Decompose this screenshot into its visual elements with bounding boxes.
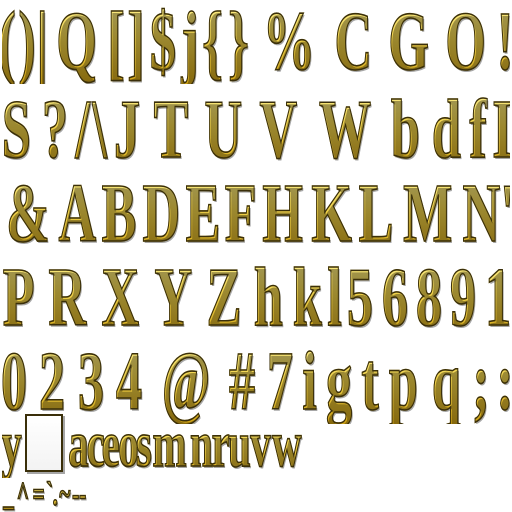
glyph: d xyxy=(431,88,461,172)
glyph: L xyxy=(359,172,395,256)
glyph-row-1: ()|Q[]$j{}%CGO! xyxy=(2,0,510,84)
glyph: v xyxy=(250,412,271,478)
glyph: ( xyxy=(2,0,16,84)
glyph: { xyxy=(202,0,224,84)
glyph: U xyxy=(204,88,243,172)
glyph-row-2: S?/\JTUVWbdfI xyxy=(2,88,510,172)
glyph: P xyxy=(2,256,35,340)
glyph: l xyxy=(327,256,343,340)
glyph: 5 xyxy=(346,256,374,340)
glyph: E xyxy=(186,172,222,256)
glyph: h xyxy=(253,256,283,340)
glyph: . xyxy=(53,478,59,512)
glyph-row-3: &ABDEFHKLMN' xyxy=(2,172,510,256)
glyph: / xyxy=(74,88,90,172)
glyph: [ xyxy=(106,0,125,84)
glyph: O xyxy=(445,0,487,84)
glyph: w xyxy=(272,412,303,478)
glyph: k xyxy=(292,256,322,340)
glyph: u xyxy=(228,412,252,478)
glyph: $ xyxy=(149,0,176,84)
glyph: n xyxy=(190,412,214,478)
glyph: y xyxy=(2,412,22,478)
glyph: J xyxy=(114,88,141,172)
glyph: - xyxy=(71,478,79,512)
glyph: G xyxy=(388,0,430,84)
missing-glyph-box xyxy=(25,414,63,472)
glyph: % xyxy=(262,0,315,84)
glyph: Y xyxy=(154,256,193,340)
glyph: 9 xyxy=(450,256,477,340)
glyph: & xyxy=(6,172,50,256)
glyph: Q xyxy=(56,0,98,84)
glyph: } xyxy=(227,0,249,84)
glyph: ' xyxy=(500,172,510,256)
glyph: X xyxy=(101,256,140,340)
glyph: ) xyxy=(18,0,36,84)
glyph: = xyxy=(32,478,45,512)
glyph: A xyxy=(58,172,97,256)
glyph-row-7: _ ^ = `. ~ - - xyxy=(2,478,510,512)
glyph: f xyxy=(469,88,487,172)
glyph: T xyxy=(153,88,189,172)
glyph: W xyxy=(319,88,372,172)
glyph: - xyxy=(79,478,87,512)
glyph: ] xyxy=(127,0,145,84)
glyph: C xyxy=(334,0,373,84)
glyph: Z xyxy=(206,256,242,340)
glyph: R xyxy=(48,256,87,340)
glyph: 1 xyxy=(484,256,510,340)
glyph: _ xyxy=(3,478,15,512)
glyph: 6 xyxy=(381,256,408,340)
glyph: ^ xyxy=(16,478,30,512)
glyph: K xyxy=(311,172,353,256)
glyph-row-6: yaceosmnruvw xyxy=(2,412,510,478)
glyph-row-4: PRXYZhkl56891 xyxy=(2,256,510,340)
glyph: D xyxy=(142,172,181,256)
glyph-atlas: ()|Q[]$j{}%CGO! S?/\JTUVWbdfI &ABDEFHKLM… xyxy=(0,0,512,512)
glyph: m xyxy=(152,412,187,478)
glyph: ! xyxy=(496,0,510,84)
glyph: B xyxy=(101,172,137,256)
glyph: j xyxy=(181,0,199,84)
glyph: I xyxy=(492,88,510,172)
glyph: ~ xyxy=(59,478,71,512)
glyph: N xyxy=(462,172,501,256)
glyph: H xyxy=(262,172,304,256)
glyph: b xyxy=(390,88,420,172)
glyph: V xyxy=(259,88,298,172)
glyph: S xyxy=(2,88,31,172)
glyph: s xyxy=(135,412,152,478)
glyph: \ xyxy=(92,88,108,172)
glyph: | xyxy=(36,0,49,84)
glyph: F xyxy=(224,172,257,256)
glyph: 8 xyxy=(415,256,443,340)
glyph: ? xyxy=(42,88,69,172)
glyph: M xyxy=(403,172,453,256)
